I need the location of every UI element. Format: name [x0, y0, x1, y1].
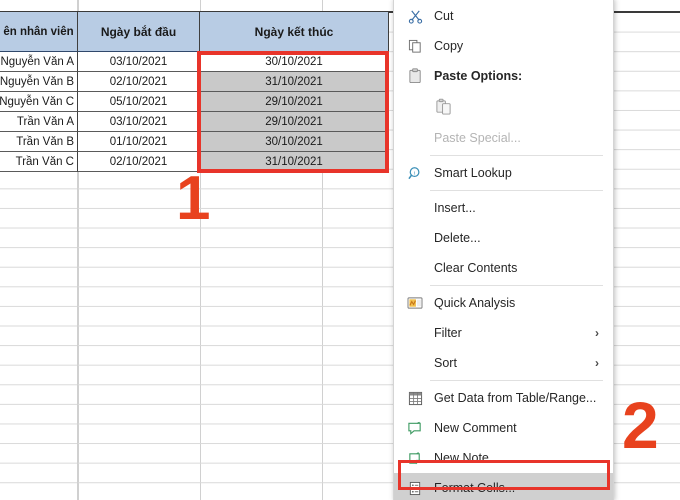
menu-item-clear-contents[interactable]: Clear Contents	[394, 253, 613, 283]
cell-end-date[interactable]: 30/10/2021	[200, 132, 389, 152]
menu-item-label: Smart Lookup	[434, 166, 512, 180]
menu-item-quick-analysis[interactable]: Quick Analysis	[394, 288, 613, 318]
magnifier-icon: i	[402, 162, 428, 184]
no-icon	[402, 352, 428, 374]
cell-end-date[interactable]: 31/10/2021	[200, 72, 389, 92]
column-header-end-date[interactable]: Ngày kết thúc	[200, 12, 389, 52]
menu-item-label: Cut	[434, 9, 454, 23]
menu-item-new-comment[interactable]: New Comment	[394, 413, 613, 443]
employee-date-table: ên nhân viên Ngày bắt đầu Ngày kết thúc …	[0, 12, 389, 172]
cell-end-date[interactable]: 30/10/2021	[200, 52, 389, 72]
table-row: Trần Văn A 03/10/2021 29/10/2021	[0, 112, 389, 132]
menu-item-label: Insert...	[434, 201, 476, 215]
menu-item-delete[interactable]: Delete...	[394, 223, 613, 253]
excel-screenshot: ên nhân viên Ngày bắt đầu Ngày kết thúc …	[0, 0, 680, 500]
quick-analysis-icon	[402, 292, 428, 314]
no-icon	[402, 197, 428, 219]
cell-employee-name[interactable]: Trần Văn B	[0, 132, 78, 152]
comment-icon	[402, 417, 428, 439]
menu-item-label: New Comment	[434, 421, 517, 435]
cell-employee-name[interactable]: Nguyễn Văn C	[0, 92, 78, 112]
cell-start-date[interactable]: 05/10/2021	[78, 92, 200, 112]
menu-item-label: Filter	[434, 326, 462, 340]
scissors-icon	[402, 5, 428, 27]
cell-employee-name[interactable]: Nguyễn Văn B	[0, 72, 78, 92]
table-row: Nguyễn Văn B 02/10/2021 31/10/2021	[0, 72, 389, 92]
cell-start-date[interactable]: 03/10/2021	[78, 52, 200, 72]
menu-item-label: New Note	[434, 451, 489, 465]
cell-start-date[interactable]: 01/10/2021	[78, 132, 200, 152]
menu-item-get-data-from-table-range[interactable]: Get Data from Table/Range...	[394, 383, 613, 413]
menu-item-format-cells[interactable]: Format Cells...	[394, 473, 613, 500]
table-row: Trần Văn B 01/10/2021 30/10/2021	[0, 132, 389, 152]
menu-item-label: Format Cells...	[434, 481, 516, 495]
menu-item-cut[interactable]: Cut	[394, 1, 613, 31]
menu-separator	[430, 285, 603, 286]
table-icon	[402, 387, 428, 409]
menu-item-new-note[interactable]: New Note	[394, 443, 613, 473]
step-number-1: 1	[176, 164, 211, 233]
menu-item-sort[interactable]: Sort ›	[394, 348, 613, 378]
menu-item-smart-lookup[interactable]: i Smart Lookup	[394, 158, 613, 188]
paste-thumb-icon	[430, 96, 456, 118]
menu-item-label: Clear Contents	[434, 261, 518, 275]
format-cells-icon	[402, 477, 428, 499]
step-number-2: 2	[622, 388, 659, 462]
no-icon	[402, 257, 428, 279]
table-header-row: ên nhân viên Ngày bắt đầu Ngày kết thúc	[0, 12, 389, 52]
menu-item-label: Get Data from Table/Range...	[434, 391, 597, 405]
note-icon	[402, 447, 428, 469]
cell-employee-name[interactable]: Trần Văn C	[0, 152, 78, 172]
menu-item-label: Delete...	[434, 231, 481, 245]
no-icon	[402, 322, 428, 344]
column-header-employee-name[interactable]: ên nhân viên	[0, 12, 78, 52]
table-row: Nguyễn Văn C 05/10/2021 29/10/2021	[0, 92, 389, 112]
menu-separator	[430, 155, 603, 156]
menu-item-label: Paste Options:	[434, 69, 523, 83]
cell-employee-name[interactable]: Trần Văn A	[0, 112, 78, 132]
menu-item-paste-thumbnail[interactable]	[394, 91, 613, 123]
menu-item-filter[interactable]: Filter ›	[394, 318, 613, 348]
svg-text:i: i	[413, 170, 415, 176]
no-icon	[402, 227, 428, 249]
menu-item-paste-special: Paste Special...	[394, 123, 613, 153]
cell-employee-name[interactable]: Nguyễn Văn A	[0, 52, 78, 72]
cell-start-date[interactable]: 02/10/2021	[78, 72, 200, 92]
clipboard-icon	[402, 65, 428, 87]
cell-end-date[interactable]: 31/10/2021	[200, 152, 389, 172]
context-menu: Cut Copy Paste Options: Paste Special...…	[393, 0, 614, 500]
copy-icon	[402, 35, 428, 57]
menu-item-label: Sort	[434, 356, 457, 370]
menu-item-label: Copy	[434, 39, 464, 53]
menu-item-label: Paste Special...	[434, 131, 521, 145]
menu-separator	[430, 380, 603, 381]
cell-start-date[interactable]: 03/10/2021	[78, 112, 200, 132]
menu-item-label: Quick Analysis	[434, 296, 516, 310]
menu-separator	[430, 190, 603, 191]
column-header-start-date[interactable]: Ngày bắt đầu	[78, 12, 200, 52]
menu-item-insert[interactable]: Insert...	[394, 193, 613, 223]
menu-item-paste-options: Paste Options:	[394, 61, 613, 91]
cell-end-date[interactable]: 29/10/2021	[200, 92, 389, 112]
table-row: Nguyễn Văn A 03/10/2021 30/10/2021	[0, 52, 389, 72]
cell-end-date[interactable]: 29/10/2021	[200, 112, 389, 132]
chevron-right-icon: ›	[595, 356, 599, 370]
chevron-right-icon: ›	[595, 326, 599, 340]
menu-item-copy[interactable]: Copy	[394, 31, 613, 61]
no-icon	[402, 127, 428, 149]
